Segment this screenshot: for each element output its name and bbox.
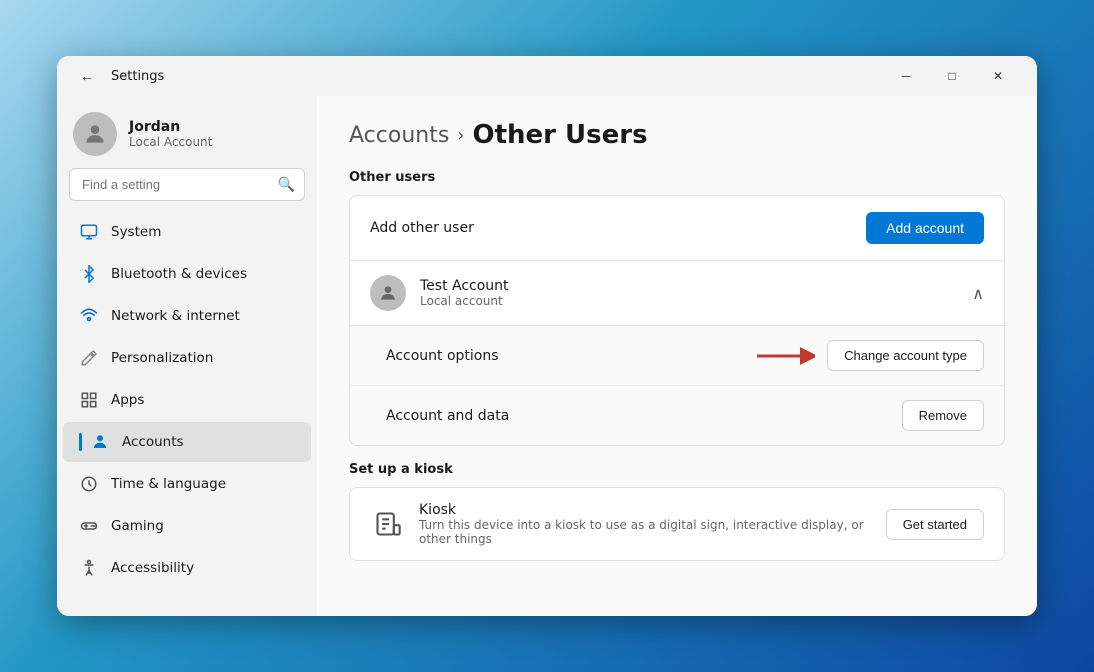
sidebar-item-bluetooth[interactable]: Bluetooth & devices bbox=[63, 254, 311, 294]
gaming-icon bbox=[79, 516, 99, 536]
sidebar: Jordan Local Account 🔍 System bbox=[57, 96, 317, 616]
user-section: Jordan Local Account bbox=[57, 96, 317, 168]
sidebar-item-bluetooth-label: Bluetooth & devices bbox=[111, 266, 247, 282]
test-account-row[interactable]: Test Account Local account ∧ bbox=[350, 260, 1004, 325]
account-data-row: Account and data Remove bbox=[350, 386, 1004, 445]
back-button[interactable]: ← bbox=[73, 62, 101, 90]
account-data-right: Remove bbox=[902, 400, 984, 431]
sidebar-item-accessibility[interactable]: Accessibility bbox=[63, 548, 311, 588]
search-input[interactable] bbox=[69, 168, 305, 201]
other-users-section-title: Other users bbox=[349, 170, 1005, 185]
apps-icon bbox=[79, 390, 99, 410]
get-started-button[interactable]: Get started bbox=[886, 509, 984, 540]
kiosk-name: Kiosk bbox=[419, 502, 886, 518]
title-bar: ← Settings ─ □ ✕ bbox=[57, 56, 1037, 96]
account-data-label: Account and data bbox=[386, 408, 509, 424]
sidebar-item-time-label: Time & language bbox=[111, 476, 226, 492]
sidebar-item-accounts[interactable]: Accounts bbox=[63, 422, 311, 462]
content-area: Jordan Local Account 🔍 System bbox=[57, 96, 1037, 616]
account-options-area: Account options bbox=[350, 325, 1004, 445]
account-options-right: Change account type bbox=[755, 340, 984, 371]
personalization-icon bbox=[79, 348, 99, 368]
sidebar-item-apps[interactable]: Apps bbox=[63, 380, 311, 420]
breadcrumb-current: Other Users bbox=[473, 120, 648, 150]
settings-window: ← Settings ─ □ ✕ Jordan Local Account bbox=[57, 56, 1037, 616]
user-name: Jordan bbox=[129, 119, 212, 135]
close-button[interactable]: ✕ bbox=[975, 60, 1021, 92]
maximize-button[interactable]: □ bbox=[929, 60, 975, 92]
accounts-icon bbox=[90, 432, 110, 452]
active-indicator bbox=[79, 433, 82, 451]
title-bar-left: ← Settings bbox=[73, 62, 164, 90]
kiosk-desc: Turn this device into a kiosk to use as … bbox=[419, 518, 886, 546]
minimize-button[interactable]: ─ bbox=[883, 60, 929, 92]
main-content: Accounts › Other Users Other users Add o… bbox=[317, 96, 1037, 616]
add-user-row: Add other user Add account bbox=[350, 196, 1004, 260]
search-box: 🔍 bbox=[69, 168, 305, 201]
network-icon bbox=[79, 306, 99, 326]
window-title: Settings bbox=[111, 69, 164, 84]
accessibility-icon bbox=[79, 558, 99, 578]
test-account-left: Test Account Local account bbox=[370, 275, 509, 311]
kiosk-row: Kiosk Turn this device into a kiosk to u… bbox=[350, 488, 1004, 560]
sidebar-item-personalization[interactable]: Personalization bbox=[63, 338, 311, 378]
sidebar-item-system[interactable]: System bbox=[63, 212, 311, 252]
account-options-label: Account options bbox=[386, 348, 499, 364]
add-account-button[interactable]: Add account bbox=[866, 212, 984, 244]
user-info: Jordan Local Account bbox=[129, 119, 212, 149]
chevron-up-icon: ∧ bbox=[972, 284, 984, 303]
sidebar-item-time[interactable]: Time & language bbox=[63, 464, 311, 504]
kiosk-icon bbox=[370, 506, 405, 542]
sidebar-item-accessibility-label: Accessibility bbox=[111, 560, 194, 576]
sidebar-item-personalization-label: Personalization bbox=[111, 350, 213, 366]
window-controls: ─ □ ✕ bbox=[883, 60, 1021, 92]
test-account-info: Test Account Local account bbox=[420, 278, 509, 308]
user-account-type: Local Account bbox=[129, 135, 212, 149]
kiosk-section-title: Set up a kiosk bbox=[349, 462, 1005, 477]
avatar bbox=[73, 112, 117, 156]
sidebar-item-gaming[interactable]: Gaming bbox=[63, 506, 311, 546]
sidebar-item-system-label: System bbox=[111, 224, 161, 240]
change-account-type-button[interactable]: Change account type bbox=[827, 340, 984, 371]
bluetooth-icon bbox=[79, 264, 99, 284]
kiosk-card: Kiosk Turn this device into a kiosk to u… bbox=[349, 487, 1005, 561]
system-icon bbox=[79, 222, 99, 242]
add-user-label: Add other user bbox=[370, 220, 474, 236]
sidebar-item-network-label: Network & internet bbox=[111, 308, 240, 324]
breadcrumb-separator: › bbox=[457, 125, 464, 146]
sidebar-item-apps-label: Apps bbox=[111, 392, 144, 408]
kiosk-info: Kiosk Turn this device into a kiosk to u… bbox=[419, 502, 886, 546]
sidebar-item-network[interactable]: Network & internet bbox=[63, 296, 311, 336]
arrow-right-icon bbox=[755, 345, 815, 367]
test-account-avatar bbox=[370, 275, 406, 311]
breadcrumb: Accounts › Other Users bbox=[349, 120, 1005, 150]
time-icon bbox=[79, 474, 99, 494]
sidebar-item-accounts-label: Accounts bbox=[122, 434, 184, 450]
breadcrumb-parent[interactable]: Accounts bbox=[349, 123, 449, 148]
test-account-name: Test Account bbox=[420, 278, 509, 294]
kiosk-left: Kiosk Turn this device into a kiosk to u… bbox=[370, 502, 886, 546]
sidebar-item-gaming-label: Gaming bbox=[111, 518, 164, 534]
search-icon: 🔍 bbox=[278, 177, 295, 193]
account-options-row: Account options bbox=[350, 326, 1004, 386]
remove-button[interactable]: Remove bbox=[902, 400, 984, 431]
other-users-card: Add other user Add account Test Account bbox=[349, 195, 1005, 446]
test-account-type: Local account bbox=[420, 294, 509, 308]
